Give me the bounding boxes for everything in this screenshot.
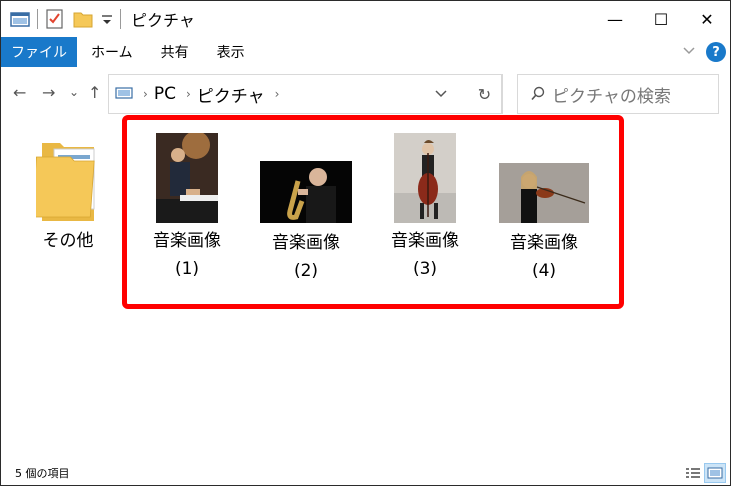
properties-icon[interactable] (44, 8, 66, 30)
folder-icon (31, 135, 100, 221)
search-icon (530, 86, 546, 102)
breadcrumb-separator-icon[interactable]: › (275, 87, 280, 101)
explorer-app-icon[interactable] (9, 8, 31, 30)
ribbon-tabs: ファイル ホーム 共有 表示 ? (1, 37, 730, 67)
explorer-window: ピクチャ — ☐ ✕ ファイル ホーム 共有 表示 ? ← → ⌄ ↑ › PC… (0, 0, 731, 486)
ribbon-right-controls: ? (682, 37, 726, 67)
close-button[interactable]: ✕ (684, 1, 730, 37)
window-controls: — ☐ ✕ (592, 1, 730, 37)
pc-location-icon (115, 87, 133, 101)
breadcrumb-pc[interactable]: PC (154, 84, 176, 104)
search-box[interactable]: ピクチャの検索 (517, 74, 719, 114)
item-name: その他 (42, 231, 94, 251)
view-toggle (682, 463, 726, 483)
title-bar: ピクチャ — ☐ ✕ (1, 1, 730, 37)
breadcrumb-separator-icon[interactable]: › (143, 87, 148, 101)
back-arrow-icon[interactable]: ← (13, 83, 26, 102)
minimize-button[interactable]: — (592, 1, 638, 37)
folder-item-other[interactable]: その他 (27, 135, 109, 255)
tab-home[interactable]: ホーム (77, 37, 147, 67)
window-title: ピクチャ (131, 11, 195, 30)
tab-view[interactable]: 表示 (203, 37, 259, 67)
address-dropdown-icon[interactable] (435, 87, 447, 102)
tab-share[interactable]: 共有 (147, 37, 203, 67)
status-bar: 5 個の項目 (1, 461, 730, 485)
up-arrow-icon[interactable]: ↑ (88, 83, 101, 102)
navigation-bar: ← → ⌄ ↑ › PC › ピクチャ › ↻ ピクチャの検索 (1, 71, 730, 117)
toolbar-divider (37, 9, 38, 29)
item-count: 5 個の項目 (15, 467, 70, 480)
help-button[interactable]: ? (706, 42, 726, 62)
breadcrumb-separator-icon[interactable]: › (186, 87, 191, 101)
expand-ribbon-icon[interactable] (682, 44, 696, 60)
highlight-box (122, 115, 624, 309)
toolbar-divider (120, 9, 121, 29)
large-icons-view-icon[interactable] (704, 463, 726, 483)
details-view-icon[interactable] (682, 463, 704, 483)
maximize-button[interactable]: ☐ (638, 1, 684, 37)
forward-arrow-icon[interactable]: → (42, 83, 55, 102)
new-folder-icon[interactable] (72, 8, 94, 30)
refresh-button[interactable]: ↻ (467, 74, 503, 114)
search-placeholder: ピクチャの検索 (552, 86, 671, 107)
recent-locations-icon[interactable]: ⌄ (69, 85, 79, 99)
breadcrumb-pictures[interactable]: ピクチャ (197, 82, 265, 107)
quick-access-toolbar: ピクチャ (1, 1, 195, 37)
customize-toolbar-icon[interactable] (100, 8, 114, 30)
tab-file[interactable]: ファイル (1, 37, 77, 67)
